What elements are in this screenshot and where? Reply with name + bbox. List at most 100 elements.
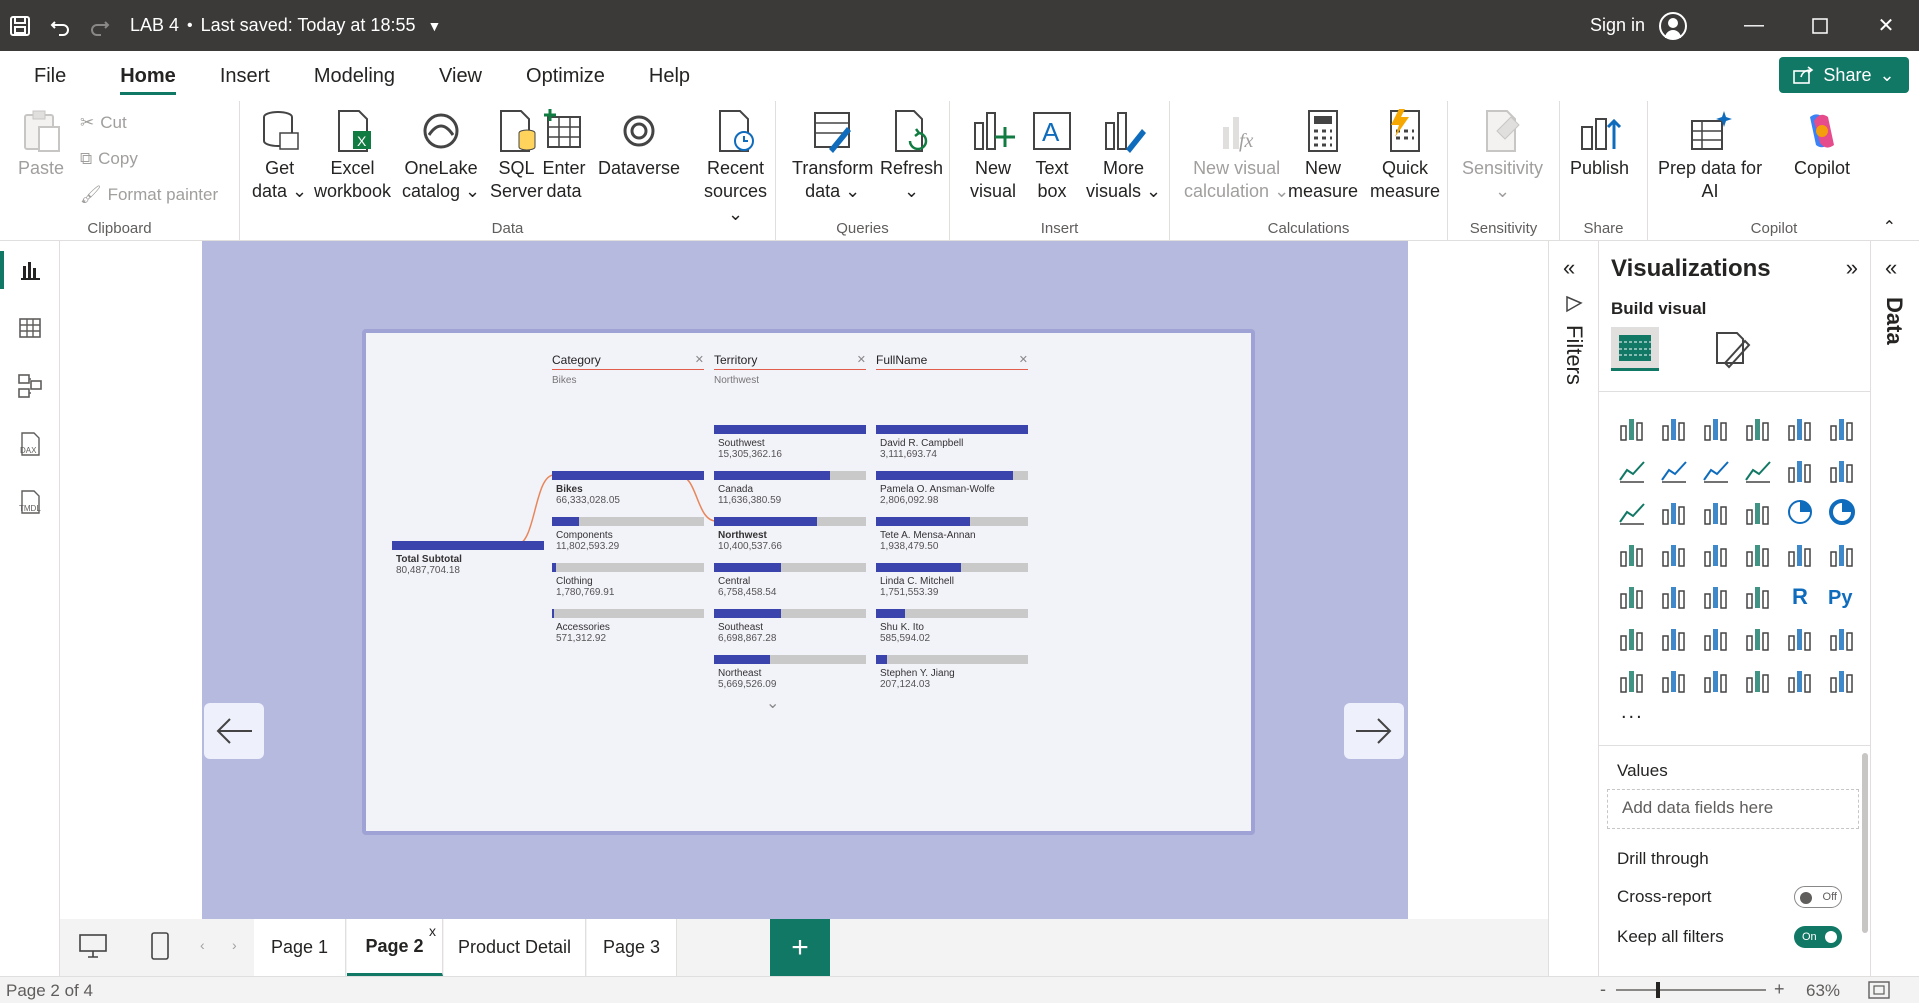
zoom-out-button[interactable]: - (1600, 979, 1606, 1000)
scroll-right-icon[interactable]: › (232, 937, 237, 953)
sensitivity-button[interactable]: Sensitivity ⌄ (1462, 109, 1543, 203)
stacked-column-icon[interactable] (1653, 407, 1695, 449)
metrics-icon[interactable] (1821, 617, 1863, 659)
fit-to-page-icon[interactable] (1868, 981, 1890, 1003)
table-icon[interactable] (1695, 575, 1737, 617)
model-view-icon[interactable] (0, 361, 60, 411)
share-button[interactable]: Share ⌄ (1779, 57, 1909, 93)
treemap-icon[interactable] (1611, 533, 1653, 575)
undo-icon[interactable] (40, 0, 80, 51)
dax-query-view-icon[interactable]: DAX (0, 419, 60, 469)
python-visual-icon[interactable]: Py (1821, 575, 1863, 617)
new-visual-button[interactable]: New visual (970, 109, 1016, 203)
page-tab-3[interactable]: Page 3 (587, 919, 677, 976)
tab-help[interactable]: Help (627, 51, 712, 101)
zoom-level[interactable]: 63% (1806, 981, 1840, 1001)
more-visuals-ellipsis[interactable]: ... (1621, 701, 1644, 724)
paginated-icon[interactable] (1779, 617, 1821, 659)
waterfall-icon[interactable] (1653, 491, 1695, 533)
name-node[interactable]: Shu K. Ito 585,594.02 (876, 609, 1028, 644)
get-data-button[interactable]: Get data ⌄ (252, 109, 307, 203)
collapse-ribbon-icon[interactable]: ⌃ (1883, 217, 1896, 237)
maximize-icon[interactable] (1787, 0, 1853, 51)
diamond-icon[interactable] (1779, 659, 1821, 701)
decomposition-tree-visual[interactable]: Category ✕ Bikes Territory ✕ Northwest F… (362, 329, 1255, 835)
name-node[interactable]: Pamela O. Ansman-Wolfe 2,806,092.98 (876, 471, 1028, 506)
stacked-area-icon[interactable] (1695, 449, 1737, 491)
kpi-icon[interactable] (1611, 575, 1653, 617)
data-pane[interactable]: « Data (1870, 241, 1919, 976)
territory-node[interactable]: Northeast 5,669,526.09 (714, 655, 866, 690)
territory-node[interactable]: Canada 11,636,380.59 (714, 471, 866, 506)
category-node[interactable]: Accessories 571,312.92 (552, 609, 704, 644)
zoom-slider-track[interactable] (1616, 989, 1766, 991)
collapse-filters-icon[interactable]: « (1563, 255, 1575, 281)
sql-server-button[interactable]: SQL Server (490, 109, 543, 203)
recent-sources-button[interactable]: Recent sources ⌄ (696, 109, 775, 226)
user-avatar-icon[interactable] (1659, 11, 1687, 40)
save-icon[interactable] (0, 0, 40, 51)
tab-view[interactable]: View (417, 51, 504, 101)
tab-home[interactable]: Home (98, 51, 198, 101)
funnel-icon[interactable] (1695, 491, 1737, 533)
pie-icon[interactable] (1779, 491, 1821, 533)
qa-icon[interactable] (1695, 617, 1737, 659)
decomposition-tree-icon[interactable] (1653, 617, 1695, 659)
more-visuals-button[interactable]: More visuals ⌄ (1086, 109, 1161, 203)
tab-file[interactable]: File (0, 51, 88, 101)
page-tab-product-detail[interactable]: Product Detail (444, 919, 586, 976)
enter-data-button[interactable]: Enter data (542, 109, 586, 203)
slicer-icon[interactable] (1653, 575, 1695, 617)
report-page[interactable]: Category ✕ Bikes Territory ✕ Northwest F… (202, 241, 1408, 919)
area-icon[interactable] (1653, 449, 1695, 491)
new-measure-button[interactable]: New measure (1288, 109, 1358, 203)
arcgis-icon[interactable] (1737, 659, 1779, 701)
line-icon[interactable] (1611, 449, 1653, 491)
power-automate-icon[interactable] (1653, 659, 1695, 701)
prep-data-ai-button[interactable]: Prep data for AI (1658, 109, 1762, 203)
matrix-icon[interactable] (1737, 575, 1779, 617)
copilot-button[interactable]: Copilot (1794, 109, 1850, 180)
close-icon[interactable]: ✕ (1853, 0, 1919, 51)
scatter-icon[interactable] (1737, 491, 1779, 533)
category-node[interactable]: Bikes 66,333,028.05 (552, 471, 704, 506)
onelake-catalog-button[interactable]: OneLake catalog ⌄ (402, 109, 480, 203)
expand-data-icon[interactable]: « (1885, 255, 1897, 281)
scroll-down-icon[interactable]: ⌄ (766, 693, 779, 713)
add-page-button[interactable]: + (770, 919, 830, 976)
minimize-icon[interactable]: — (1721, 0, 1787, 51)
category-node[interactable]: Clothing 1,780,769.91 (552, 563, 704, 598)
tab-modeling[interactable]: Modeling (292, 51, 417, 101)
line-clustered-icon[interactable] (1821, 449, 1863, 491)
transform-data-button[interactable]: Transform data ⌄ (792, 109, 873, 203)
cut-button[interactable]: ✂ Cut (80, 113, 127, 133)
chevron-icon[interactable] (1821, 659, 1863, 701)
clustered-column-icon[interactable] (1737, 407, 1779, 449)
dataverse-button[interactable]: Dataverse (598, 109, 680, 180)
previous-page-arrow[interactable] (204, 703, 264, 759)
copy-button[interactable]: ⧉ Copy (80, 149, 138, 169)
tab-optimize[interactable]: Optimize (504, 51, 627, 101)
filled-map-icon[interactable] (1695, 533, 1737, 575)
cross-report-toggle[interactable]: Off (1794, 886, 1842, 908)
line-column-icon[interactable] (1779, 449, 1821, 491)
power-apps-icon[interactable] (1611, 659, 1653, 701)
name-node[interactable]: Linda C. Mitchell 1,751,553.39 (876, 563, 1028, 598)
territory-node[interactable]: Central 6,758,458.54 (714, 563, 866, 598)
saved-status[interactable]: Last saved: Today at 18:55 (201, 15, 416, 36)
azure-map-icon[interactable] (1737, 533, 1779, 575)
close-page-icon[interactable]: x (429, 923, 436, 939)
territory-node[interactable]: Northwest 10,400,537.66 (714, 517, 866, 552)
new-visual-calculation-button[interactable]: fx New visual calculation ⌄ (1184, 109, 1289, 203)
ribbon-icon[interactable] (1611, 491, 1653, 533)
scroll-left-icon[interactable]: ‹ (200, 937, 205, 953)
fields-tab-icon[interactable] (1611, 327, 1659, 371)
desktop-layout-icon[interactable] (78, 933, 108, 964)
name-node[interactable]: Stephen Y. Jiang 207,124.03 (876, 655, 1028, 690)
collapse-visualizations-icon[interactable]: » (1846, 255, 1858, 281)
quick-measure-button[interactable]: Quick measure (1370, 109, 1440, 203)
territory-node[interactable]: Southeast 6,698,867.28 (714, 609, 866, 644)
key-influencers-icon[interactable] (1611, 617, 1653, 659)
text-box-button[interactable]: A Text box (1030, 109, 1074, 203)
donut-icon[interactable] (1821, 491, 1863, 533)
